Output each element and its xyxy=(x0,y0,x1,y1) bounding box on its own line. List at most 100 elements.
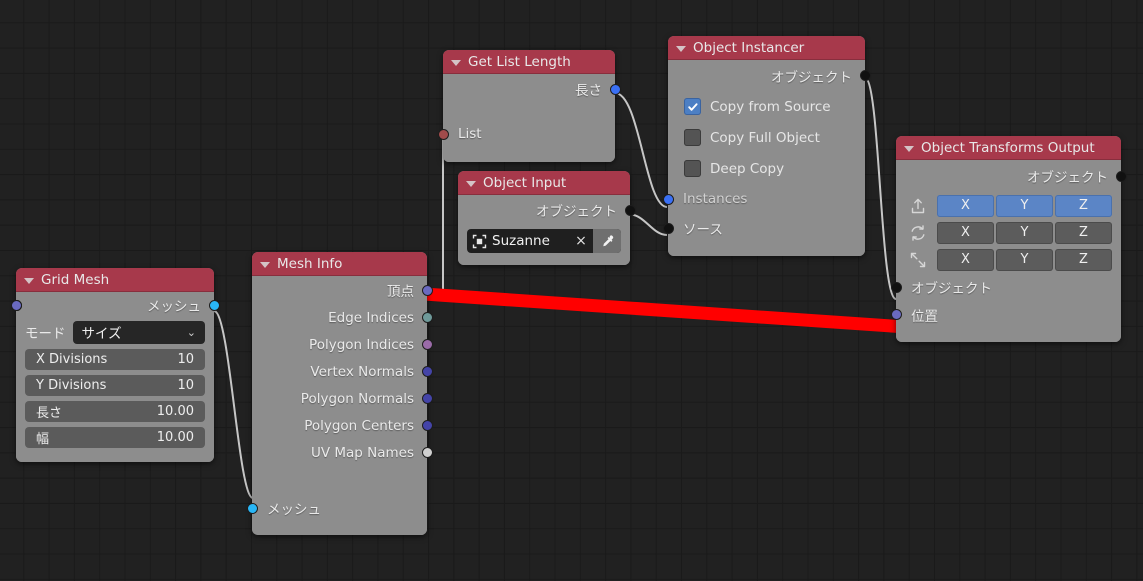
output-row-polygon-centers: Polygon Centers xyxy=(252,412,433,439)
collapse-triangle-icon[interactable] xyxy=(260,261,270,268)
collapse-triangle-icon[interactable] xyxy=(451,59,461,66)
input-row-mesh: メッシュ xyxy=(246,493,427,523)
collapse-triangle-icon[interactable] xyxy=(676,45,686,52)
node-title: Get List Length xyxy=(468,54,571,70)
socket-input-object[interactable] xyxy=(890,281,902,293)
socket-output-mesh[interactable] xyxy=(208,299,220,311)
input-label-list: List xyxy=(458,126,482,142)
eyedropper-icon[interactable] xyxy=(593,229,621,253)
checkbox-row-deep-copy[interactable]: Deep Copy xyxy=(668,153,865,184)
socket-output-vertices[interactable] xyxy=(421,284,433,296)
axis-button-rotation-x[interactable]: X xyxy=(937,221,994,244)
node-grid-mesh[interactable]: Grid Mesh メッシュ モード サイズ ⌄ X Divisions 10 xyxy=(10,268,220,462)
axis-toggle-group-rotation: X Y Z xyxy=(937,221,1112,244)
input-row-object: オブジェクト xyxy=(890,273,1121,301)
axis-button-scale-z[interactable]: Z xyxy=(1055,248,1112,271)
socket-input-mesh[interactable] xyxy=(246,502,258,514)
socket-output-object[interactable] xyxy=(624,204,636,216)
checkbox-copy-full-object[interactable] xyxy=(684,129,701,146)
output-label-edge-indices: Edge Indices xyxy=(328,309,414,326)
transform-row-rotation: X Y Z xyxy=(896,219,1121,246)
node-body-get-list-length: 長さ List xyxy=(437,74,621,162)
output-label-polygon-normals: Polygon Normals xyxy=(300,390,414,407)
collapse-triangle-icon[interactable] xyxy=(466,180,476,187)
axis-button-location-y[interactable]: Y xyxy=(996,194,1053,217)
node-object-transforms-output[interactable]: Object Transforms Output オブジェクト X Y Z X … xyxy=(890,136,1127,342)
checkbox-label: Copy from Source xyxy=(710,98,831,115)
field-label: 幅 xyxy=(36,431,50,447)
rotate-icon xyxy=(905,224,931,242)
socket-output-polygon-centers[interactable] xyxy=(421,420,433,431)
mode-dropdown[interactable]: サイズ ⌄ xyxy=(72,320,205,344)
node-object-instancer[interactable]: Object Instancer オブジェクト Copy from Source… xyxy=(662,36,871,256)
output-row-vertex-normals: Vertex Normals xyxy=(252,358,433,385)
collapse-triangle-icon[interactable] xyxy=(24,277,34,284)
output-row-length: 長さ xyxy=(443,74,621,104)
field-width[interactable]: 幅 10.00 xyxy=(25,426,205,448)
axis-button-scale-x[interactable]: X xyxy=(937,248,994,271)
output-row-polygon-indices: Polygon Indices xyxy=(252,331,433,358)
checkbox-deep-copy[interactable] xyxy=(684,160,701,177)
axis-button-location-z[interactable]: Z xyxy=(1055,194,1112,217)
axis-toggle-group-location: X Y Z xyxy=(937,194,1112,217)
input-label-object: オブジェクト xyxy=(911,281,992,297)
axis-toggle-group-scale: X Y Z xyxy=(937,248,1112,271)
node-object-input[interactable]: Object Input オブジェクト Suzanne × xyxy=(458,171,636,265)
socket-input-source[interactable] xyxy=(662,222,674,234)
clear-object-button[interactable]: × xyxy=(569,233,593,249)
socket-output-uv-map-names[interactable] xyxy=(421,447,433,458)
node-title: Mesh Info xyxy=(277,256,343,272)
chevron-down-icon: ⌄ xyxy=(186,325,196,339)
node-header-object-instancer[interactable]: Object Instancer xyxy=(668,36,865,60)
node-header-object-transforms-output[interactable]: Object Transforms Output xyxy=(896,136,1121,160)
socket-output-length[interactable] xyxy=(609,83,621,95)
output-label-length: 長さ xyxy=(575,83,602,99)
socket-output-edge-indices[interactable] xyxy=(421,312,433,323)
transform-row-location: X Y Z xyxy=(896,192,1121,219)
collapse-triangle-icon[interactable] xyxy=(904,145,914,152)
socket-input-width[interactable] xyxy=(10,299,22,311)
field-length[interactable]: 長さ 10.00 xyxy=(25,400,205,422)
field-y-divisions[interactable]: Y Divisions 10 xyxy=(25,374,205,396)
input-row-instances: Instances xyxy=(662,184,865,214)
socket-input-instances[interactable] xyxy=(662,193,674,205)
node-title: Object Transforms Output xyxy=(921,140,1095,156)
axis-button-scale-y[interactable]: Y xyxy=(996,248,1053,271)
node-title: Grid Mesh xyxy=(41,272,110,288)
socket-output-object[interactable] xyxy=(1115,170,1127,182)
checkbox-row-copy-from-source[interactable]: Copy from Source xyxy=(668,91,865,122)
socket-output-polygon-normals[interactable] xyxy=(421,393,433,404)
socket-input-list[interactable] xyxy=(437,128,449,140)
node-header-get-list-length[interactable]: Get List Length xyxy=(443,50,615,74)
socket-output-object[interactable] xyxy=(859,70,871,81)
output-label-mesh: メッシュ xyxy=(147,299,201,315)
field-label: Y Divisions xyxy=(36,377,107,393)
node-mesh-info[interactable]: Mesh Info 頂点 Edge Indices Polygon Indice… xyxy=(246,252,433,535)
socket-output-polygon-indices[interactable] xyxy=(421,339,433,350)
output-row-uv-map-names: UV Map Names xyxy=(252,439,433,466)
axis-button-location-x[interactable]: X xyxy=(937,194,994,217)
checkbox-row-copy-full-object[interactable]: Copy Full Object xyxy=(668,122,865,153)
field-x-divisions[interactable]: X Divisions 10 xyxy=(25,348,205,370)
input-label-mesh: メッシュ xyxy=(267,502,321,518)
socket-input-position[interactable] xyxy=(890,309,902,320)
node-header-grid-mesh[interactable]: Grid Mesh xyxy=(16,268,214,292)
field-row-length: 長さ 10.00 xyxy=(10,299,214,424)
object-selector-field[interactable]: Suzanne × xyxy=(467,229,621,253)
input-label-position: 位置 xyxy=(911,308,938,325)
axis-button-rotation-z[interactable]: Z xyxy=(1055,221,1112,244)
transform-row-scale: X Y Z xyxy=(896,246,1121,273)
node-header-mesh-info[interactable]: Mesh Info xyxy=(252,252,427,276)
node-get-list-length[interactable]: Get List Length 長さ List xyxy=(437,50,621,162)
red-highlight-line xyxy=(417,287,913,334)
output-row-object: オブジェクト xyxy=(458,195,636,225)
axis-button-rotation-y[interactable]: Y xyxy=(996,221,1053,244)
output-row-object: オブジェクト xyxy=(896,160,1127,192)
socket-output-vertex-normals[interactable] xyxy=(421,366,433,377)
checkbox-copy-from-source[interactable] xyxy=(684,98,701,115)
node-header-object-input[interactable]: Object Input xyxy=(458,171,630,195)
node-editor-canvas[interactable]: Grid Mesh メッシュ モード サイズ ⌄ X Divisions 10 xyxy=(0,0,1143,581)
checkbox-label: Deep Copy xyxy=(710,160,785,177)
input-row-position: 位置 xyxy=(890,301,1121,328)
output-row-object: オブジェクト xyxy=(668,60,871,91)
